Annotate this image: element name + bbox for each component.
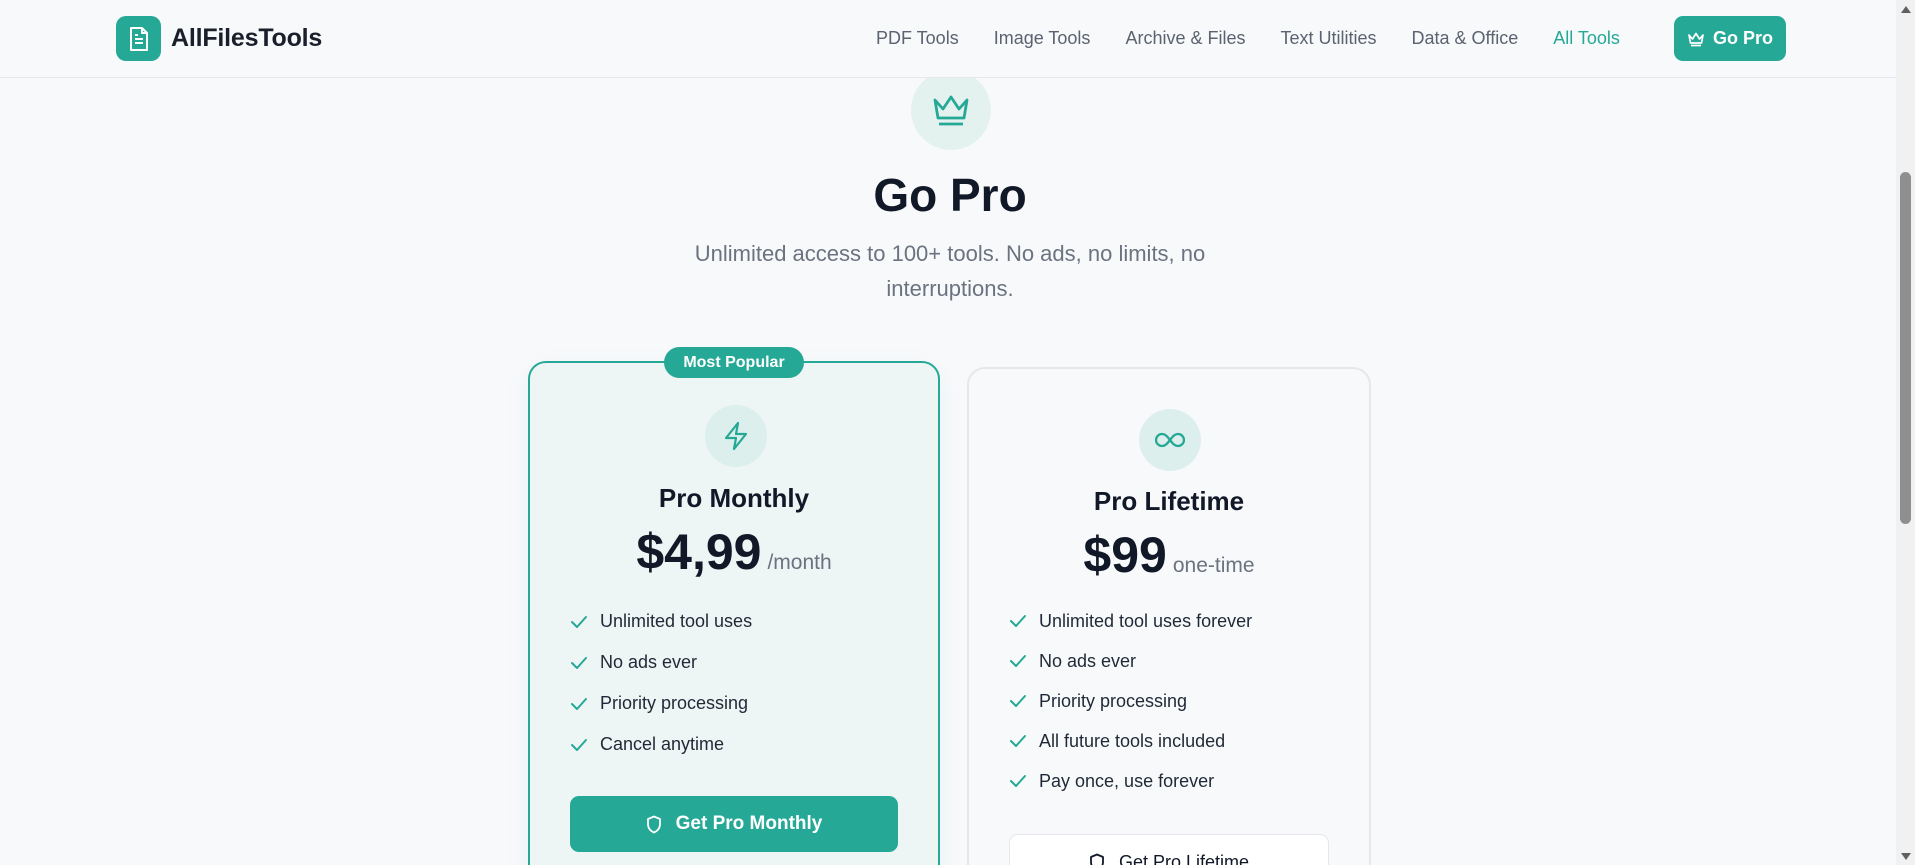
check-icon [1010, 655, 1026, 667]
crown-icon [1688, 32, 1704, 46]
scrollbar-thumb[interactable] [1900, 172, 1911, 524]
cta-label: Get Pro Monthly [675, 813, 823, 834]
feature-text: All future tools included [1039, 730, 1226, 751]
check-icon [1010, 695, 1026, 707]
plan-card-monthly: Pro Monthly $4,99 /month Unlimited tool … [528, 361, 940, 865]
plan-card-lifetime: Pro Lifetime $99 one-time Unlimited tool… [967, 367, 1371, 865]
price-row: $4,99 /month [530, 523, 938, 581]
feature-text: Unlimited tool uses [600, 611, 753, 631]
vertical-scrollbar[interactable] [1896, 0, 1915, 865]
plan-name: Pro Monthly [658, 483, 810, 513]
feature-list: Unlimited tool uses No ads ever Priority… [570, 601, 752, 765]
get-pro-monthly-button[interactable]: Get Pro Monthly [570, 796, 898, 852]
list-item: Unlimited tool uses [570, 601, 752, 642]
brand-name: AllFilesTools [171, 24, 323, 52]
price-row: $99 one-time [969, 526, 1369, 584]
feature-text: Pay once, use forever [1039, 770, 1215, 791]
feature-text: No ads ever [600, 652, 698, 672]
most-popular-badge: Most Popular [664, 347, 804, 378]
shield-icon [1090, 853, 1104, 865]
nav-all-tools[interactable]: All Tools [1553, 28, 1620, 49]
list-item: All future tools included [1009, 721, 1252, 761]
go-pro-button[interactable]: Go Pro [1674, 16, 1786, 61]
plan-price: $99 [1083, 527, 1167, 583]
list-item: Priority processing [1009, 681, 1252, 721]
list-item: No ads ever [570, 642, 752, 683]
plan-period: one-time [1172, 554, 1255, 577]
plan-name: Pro Lifetime [1093, 486, 1245, 516]
main-nav: PDF Tools Image Tools Archive & Files Te… [876, 16, 1655, 61]
page-subtitle: Unlimited access to 100+ tools. No ads, … [694, 241, 1206, 301]
brand-logo[interactable]: AllFilesTools [116, 16, 322, 61]
feature-list: Unlimited tool uses forever No ads ever … [1009, 601, 1252, 801]
list-item: Unlimited tool uses forever [1009, 601, 1252, 641]
nav-text-utilities[interactable]: Text Utilities [1280, 28, 1376, 49]
check-icon [571, 697, 587, 710]
lightning-icon [705, 405, 767, 467]
list-item: Cancel anytime [570, 724, 752, 765]
check-icon [571, 738, 587, 751]
check-icon [571, 615, 587, 628]
cta-label: Get Pro Lifetime [1118, 851, 1250, 865]
feature-text: No ads ever [1039, 650, 1137, 671]
nav-archive-files[interactable]: Archive & Files [1125, 28, 1245, 49]
list-item: Priority processing [570, 683, 752, 724]
get-pro-lifetime-button[interactable]: Get Pro Lifetime [1009, 834, 1329, 865]
nav-data-office[interactable]: Data & Office [1412, 28, 1519, 49]
pricing-page: AllFilesTools PDF Tools Image Tools Arch… [0, 0, 1915, 865]
infinity-icon [1139, 409, 1201, 471]
shield-icon [646, 815, 661, 833]
crown-icon [911, 70, 991, 150]
go-pro-label: Go Pro [1712, 28, 1773, 48]
site-header: AllFilesTools PDF Tools Image Tools Arch… [0, 0, 1896, 78]
check-icon [1010, 735, 1026, 747]
check-icon [1010, 615, 1026, 627]
feature-text: Priority processing [600, 693, 749, 713]
list-item: No ads ever [1009, 641, 1252, 681]
feature-text: Priority processing [1039, 690, 1188, 711]
check-icon [571, 656, 587, 669]
list-item: Pay once, use forever [1009, 761, 1252, 801]
document-icon [116, 16, 161, 61]
scroll-down-icon[interactable] [1896, 849, 1915, 863]
plan-price: $4,99 [636, 524, 762, 580]
scroll-up-icon[interactable] [1896, 2, 1915, 16]
check-icon [1010, 775, 1026, 787]
feature-text: Unlimited tool uses forever [1039, 610, 1253, 631]
page-title: Go Pro [873, 169, 1027, 221]
plan-period: /month [767, 551, 832, 574]
nav-pdf-tools[interactable]: PDF Tools [876, 28, 959, 49]
feature-text: Cancel anytime [600, 734, 725, 754]
nav-image-tools[interactable]: Image Tools [994, 28, 1091, 49]
